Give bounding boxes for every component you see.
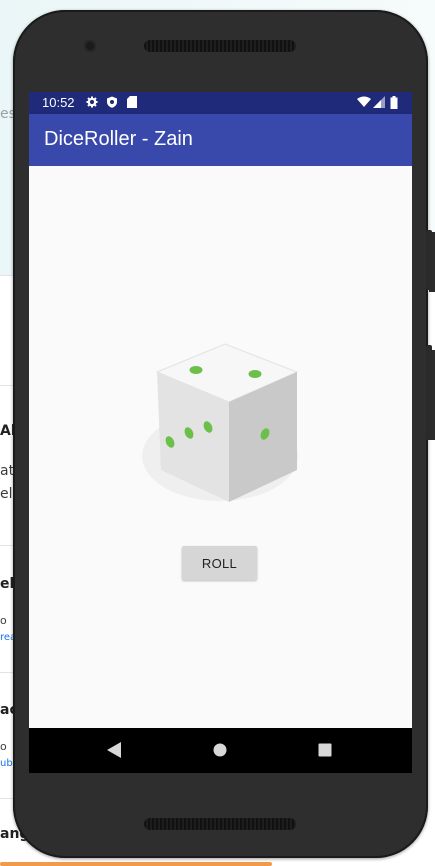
status-bar: 10:52 — [29, 92, 412, 114]
background-link[interactable]: ub — [0, 758, 13, 769]
volume-button[interactable] — [426, 345, 432, 440]
background-text: at — [0, 463, 15, 479]
dice-pip — [189, 366, 203, 374]
home-icon[interactable] — [210, 740, 230, 760]
app-title: DiceRoller - Zain — [44, 128, 193, 150]
cell-signal-icon — [372, 95, 386, 109]
wifi-icon — [357, 95, 371, 109]
sd-card-icon — [125, 95, 139, 109]
back-icon[interactable] — [104, 740, 124, 760]
navigation-bar — [29, 728, 412, 773]
status-time: 10:52 — [42, 95, 75, 110]
app-bar: DiceRoller - Zain — [29, 114, 412, 166]
front-camera — [84, 40, 96, 52]
power-button[interactable] — [426, 230, 432, 290]
bottom-speaker — [144, 818, 296, 830]
dice-pip — [248, 370, 262, 378]
background-text: o — [0, 614, 7, 627]
battery-icon — [387, 95, 401, 109]
background-text: el — [0, 486, 13, 502]
earpiece-speaker — [144, 40, 296, 52]
gear-icon — [85, 95, 99, 109]
recents-icon[interactable] — [315, 740, 335, 760]
device-screen: 10:52 DiceRoller - Zain ROLL — [29, 92, 412, 773]
roll-button[interactable]: ROLL — [182, 546, 257, 580]
main-content: ROLL — [29, 166, 412, 728]
progress-bar — [0, 862, 272, 866]
shield-icon — [105, 95, 119, 109]
background-text: o — [0, 740, 7, 753]
dice-image — [142, 343, 299, 502]
phone-frame: 10:52 DiceRoller - Zain ROLL — [13, 10, 428, 858]
